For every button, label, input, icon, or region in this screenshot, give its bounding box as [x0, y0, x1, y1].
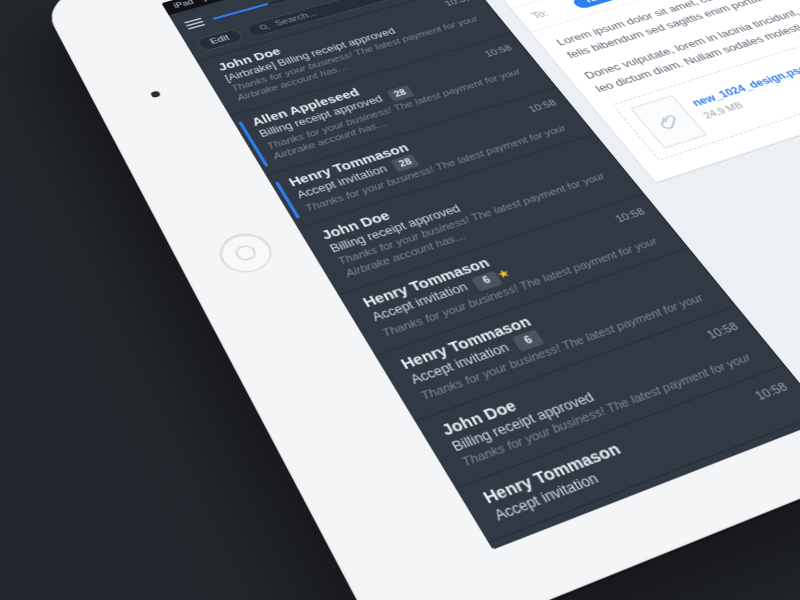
home-button[interactable] — [212, 228, 279, 279]
to-label: To: — [530, 2, 572, 21]
ipad-frame: iPad 09:14 ▮▮▮ — [40, 0, 800, 600]
device-screen: iPad 09:14 ▮▮▮ — [161, 0, 800, 550]
search-icon — [257, 22, 273, 32]
menu-icon[interactable] — [184, 18, 206, 30]
device-camera — [150, 90, 161, 98]
